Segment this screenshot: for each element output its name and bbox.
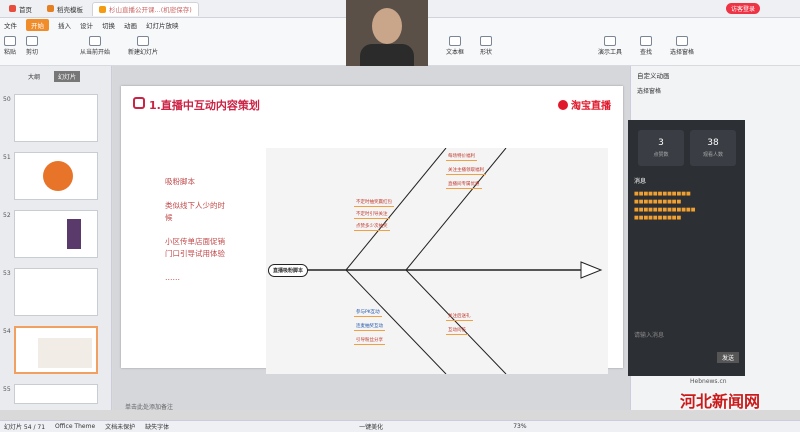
message-item: ■■■■■■■■■■ [634, 199, 682, 205]
textbox-button[interactable]: 文本框 [446, 36, 464, 56]
select-pane-button[interactable]: 选择窗格 [670, 36, 694, 56]
menu-transition[interactable]: 切换 [102, 20, 115, 30]
likes-stat: 3 点赞数 [638, 130, 684, 166]
select-icon [676, 36, 688, 46]
shape-icon [480, 36, 492, 46]
status-bar: 幻灯片 54 / 71 Office Theme 文档未保护 缺失字体 一键美化… [0, 420, 800, 432]
watermark-logo: 河北新闻网 [680, 392, 761, 411]
menu-file[interactable]: 文件 [4, 20, 17, 30]
home-icon [9, 5, 16, 12]
send-button[interactable]: 发送 [716, 352, 739, 363]
tab-home[interactable]: 首页 [3, 2, 38, 16]
message-input[interactable]: 请输入消息 [634, 330, 664, 339]
new-slide-button[interactable]: 新建幻灯片 [128, 36, 158, 56]
scissors-icon [26, 36, 38, 46]
menu-design[interactable]: 设计 [80, 20, 93, 30]
messages-label: 消息 [634, 178, 647, 185]
map-node: 参与PK互动 [354, 310, 382, 317]
slide-number: 54 [3, 328, 11, 335]
play-icon [89, 36, 101, 46]
message-item: ■■■■■■■■■■■■ [634, 191, 691, 197]
textbox-icon [449, 36, 461, 46]
slide-number: 52 [3, 212, 11, 219]
thumb-graphic [38, 338, 92, 368]
center-node: 直播吸粉脚本 [268, 264, 309, 277]
slide-thumb-55[interactable] [14, 384, 98, 404]
watermark-url: Hebnews.cn [690, 378, 727, 385]
taobao-live-icon [133, 97, 145, 109]
missing-font[interactable]: 缺失字体 [145, 422, 169, 431]
slide-info: 幻灯片 54 / 71 [4, 424, 46, 431]
map-node: 连麦抽奖互动 [354, 324, 385, 331]
thumb-graphic [67, 219, 81, 249]
slide-thumb-53[interactable] [14, 268, 98, 316]
menu-insert[interactable]: 插入 [58, 20, 71, 30]
left-text: 吸粉脚本 类似线下人少的时候 小区传单店面促销门口引导试用体验 …… [165, 177, 225, 282]
slide-number: 55 [3, 386, 11, 393]
slide-title: 1.直播中互动内容策划 [149, 99, 260, 112]
slide-icon [137, 36, 149, 46]
tab-templates[interactable]: 稻壳模板 [41, 2, 89, 16]
tab-document[interactable]: 杉山直播公开课...(机密保存) [92, 1, 199, 16]
panel-title: 自定义动画 [637, 72, 670, 80]
map-node: 互动问答 [446, 328, 468, 335]
paste-icon [4, 36, 16, 46]
live-panel: 3 点赞数 38 观看人数 消息 ■■■■■■■■■■■■ ■■■■■■■■■■ ■… [628, 120, 745, 376]
notes-area[interactable]: 单击此处添加备注 [113, 402, 630, 411]
presenter-icon [604, 36, 616, 46]
message-item: ■■■■■■■■■■ [634, 215, 682, 221]
select-pane-link[interactable]: 选择窗格 [631, 84, 800, 97]
template-icon [47, 5, 54, 12]
menu-start[interactable]: 开始 [26, 19, 49, 31]
mind-map-lines [296, 148, 603, 374]
message-list: ■■■■■■■■■■■■ ■■■■■■■■■■ ■■■■■■■■■■■■■ ■■… [628, 190, 745, 222]
slide-number: 51 [3, 154, 11, 161]
menu-slideshow[interactable]: 幻灯片放映 [146, 20, 179, 30]
map-node: 每场特价福利 [446, 154, 477, 161]
slides-tab[interactable]: 幻灯片 [54, 71, 81, 82]
brand-icon [558, 99, 568, 110]
slide-thumb-50[interactable] [14, 94, 98, 142]
slide-thumb-52[interactable] [14, 210, 98, 258]
search-icon [640, 36, 652, 46]
slide-panel: 大纲 幻灯片 50 51 52 53 54 55 [0, 66, 112, 410]
thumb-graphic [43, 161, 73, 191]
presenter-face [372, 8, 402, 44]
message-item: ■■■■■■■■■■■■■ [634, 207, 696, 213]
slide[interactable]: 1.直播中互动内容策划 淘宝直播 吸粉脚本 类似线下人少的时候 小区传单店面促销… [121, 86, 623, 374]
theme-name: Office Theme [55, 423, 96, 430]
slide-number: 53 [3, 270, 11, 277]
map-node: 引导粉丝分享 [354, 338, 385, 345]
zoom-level[interactable]: 73% [513, 423, 526, 430]
ppt-icon [99, 5, 106, 13]
find-button[interactable]: 查找 [640, 36, 652, 56]
present-tools-button[interactable]: 演示工具 [598, 36, 622, 56]
slide-thumb-54[interactable] [14, 326, 98, 374]
mind-map: 直播吸粉脚本 不定时抽奖赢红包 不定时引导关注 点赞多少次抽奖 每场特价福利 关… [266, 148, 608, 374]
map-node: 不定时引导关注 [354, 212, 390, 219]
login-button[interactable]: 访客登录 [725, 3, 760, 14]
slide-number: 50 [3, 96, 11, 103]
protect-status[interactable]: 文档未保护 [105, 422, 135, 431]
map-node: 关注后送礼 [446, 314, 473, 321]
map-node: 点赞多少次抽奖 [354, 224, 390, 231]
map-node: 不定时抽奖赢红包 [354, 200, 394, 207]
beautify-button[interactable]: 一键美化 [359, 422, 383, 431]
cut-button[interactable]: 剪切 [26, 36, 38, 56]
menu-animation[interactable]: 动画 [124, 20, 137, 30]
paste-button[interactable]: 粘贴 [4, 36, 16, 56]
shape-button[interactable]: 形状 [480, 36, 492, 56]
slide-canvas: 1.直播中互动内容策划 淘宝直播 吸粉脚本 类似线下人少的时候 小区传单店面促销… [113, 66, 630, 410]
from-current-button[interactable]: 从当前开始 [80, 36, 110, 56]
viewers-stat: 38 观看人数 [690, 130, 736, 166]
outline-tab[interactable]: 大纲 [28, 72, 40, 81]
slide-thumb-51[interactable] [14, 152, 98, 200]
brand-logo: 淘宝直播 [558, 97, 611, 112]
map-node: 关注主播领取福利 [446, 168, 486, 175]
map-node: 直播间专属优惠 [446, 182, 482, 189]
